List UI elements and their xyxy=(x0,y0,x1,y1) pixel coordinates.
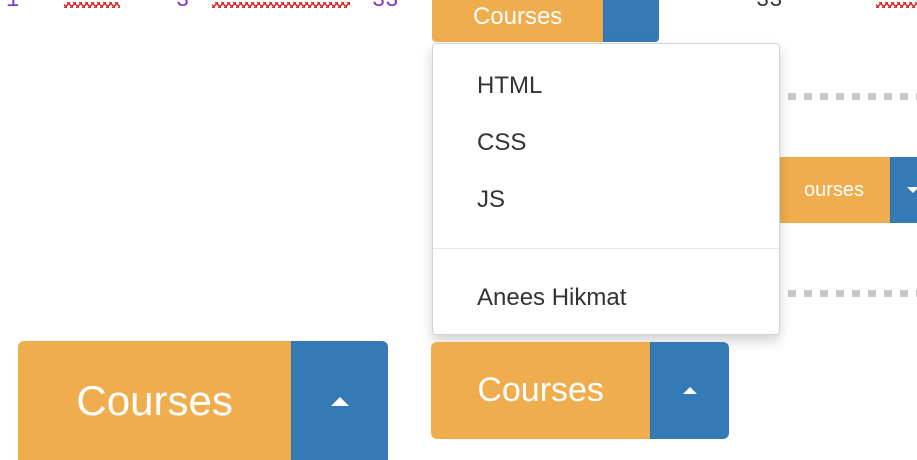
courses-button-label: ourses xyxy=(803,178,864,201)
page: 1 3 33 33 Courses ourses HTML CSS JS Ane… xyxy=(0,0,917,460)
courses-button[interactable]: Courses xyxy=(432,0,604,42)
menu-item-anees-hikmat[interactable]: Anees Hikmat xyxy=(477,284,626,312)
code-fragment: 33 xyxy=(372,0,399,13)
dotted-separator xyxy=(788,93,917,100)
dropdown-toggle-button[interactable] xyxy=(603,0,659,42)
dropdown-toggle-button[interactable] xyxy=(291,341,388,460)
caret-up-icon xyxy=(331,396,350,406)
menu-item-js[interactable]: JS xyxy=(477,186,505,214)
courses-button-label: Courses xyxy=(477,371,604,409)
courses-button-label: Courses xyxy=(76,377,233,424)
courses-button[interactable]: Courses xyxy=(431,342,651,439)
dropdown-menu: HTML CSS JS Anees Hikmat xyxy=(432,43,780,335)
spellcheck-squiggle xyxy=(212,2,350,8)
menu-item-html[interactable]: HTML xyxy=(477,72,542,100)
courses-button[interactable]: Courses xyxy=(18,341,292,460)
code-fragment: 3 xyxy=(176,0,190,13)
courses-split-button-medium[interactable]: Courses xyxy=(431,342,729,439)
dotted-separator xyxy=(788,290,917,297)
menu-item-css[interactable]: CSS xyxy=(477,129,526,157)
spellcheck-squiggle xyxy=(876,2,917,8)
caret-down-icon xyxy=(907,187,917,193)
dropdown-toggle-button[interactable] xyxy=(650,342,729,439)
spellcheck-squiggle xyxy=(64,2,120,8)
dropdown-toggle-button[interactable] xyxy=(890,157,917,223)
menu-divider xyxy=(433,248,779,249)
caret-up-icon xyxy=(683,387,698,394)
code-fragment: 33 xyxy=(756,0,783,13)
code-fragment: 1 xyxy=(6,0,20,13)
courses-split-button-top[interactable]: Courses xyxy=(432,0,659,42)
courses-button-label: Courses xyxy=(472,3,563,30)
courses-split-button-large[interactable]: Courses xyxy=(18,341,388,460)
